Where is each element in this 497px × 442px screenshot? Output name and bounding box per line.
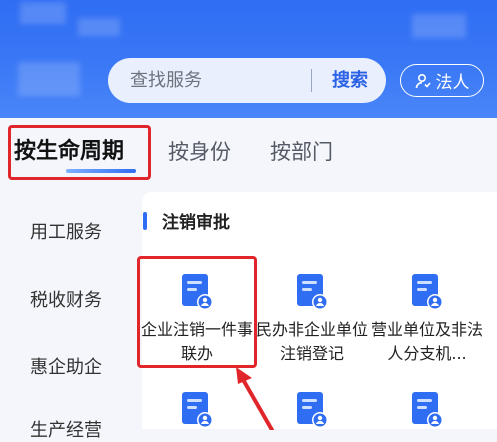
document-user-icon [297, 392, 328, 428]
header-banner: 搜索 法人 [0, 0, 497, 118]
service-item-business-unit-deregistration[interactable]: 营业单位及非法人分支机... [368, 272, 486, 366]
annotation-arrow-icon [236, 367, 274, 430]
role-button-label: 法人 [435, 73, 470, 93]
sidebar-item-employment[interactable]: 用工服务 [30, 218, 102, 244]
service-item-row2-col3[interactable] [368, 390, 486, 430]
sidebar-item-tax-finance[interactable]: 税收财务 [30, 286, 102, 312]
search-input[interactable] [130, 58, 310, 103]
annotation-highlight-service [137, 256, 257, 368]
sidebar-item-enterprise-support[interactable]: 惠企助企 [30, 353, 102, 379]
service-item-private-nonenterprise-deregistration[interactable]: 民办非企业单位注销登记 [253, 272, 371, 366]
blurred-region [18, 62, 80, 96]
document-user-icon [412, 274, 443, 310]
blurred-region [78, 18, 120, 36]
document-user-icon [297, 274, 328, 310]
user-icon [415, 73, 431, 88]
tab-identity[interactable]: 按身份 [168, 132, 231, 172]
blurred-region [20, 2, 66, 24]
search-bar[interactable]: 搜索 [108, 58, 386, 103]
document-user-icon [412, 392, 443, 428]
search-divider [311, 69, 312, 92]
section-marker [143, 212, 147, 230]
service-label: 营业单位及非法人分支机... [370, 320, 483, 363]
annotation-highlight-tab [8, 125, 151, 180]
service-label: 民办非企业单位注销登记 [255, 320, 368, 363]
blurred-region [412, 14, 466, 38]
document-user-icon [182, 392, 213, 428]
role-switch-button[interactable]: 法人 [400, 64, 484, 97]
tab-department[interactable]: 按部门 [270, 132, 333, 172]
section-title: 注销审批 [162, 213, 230, 233]
search-button[interactable]: 搜索 [322, 58, 378, 103]
sidebar-item-production[interactable]: 生产经营 [30, 416, 102, 442]
